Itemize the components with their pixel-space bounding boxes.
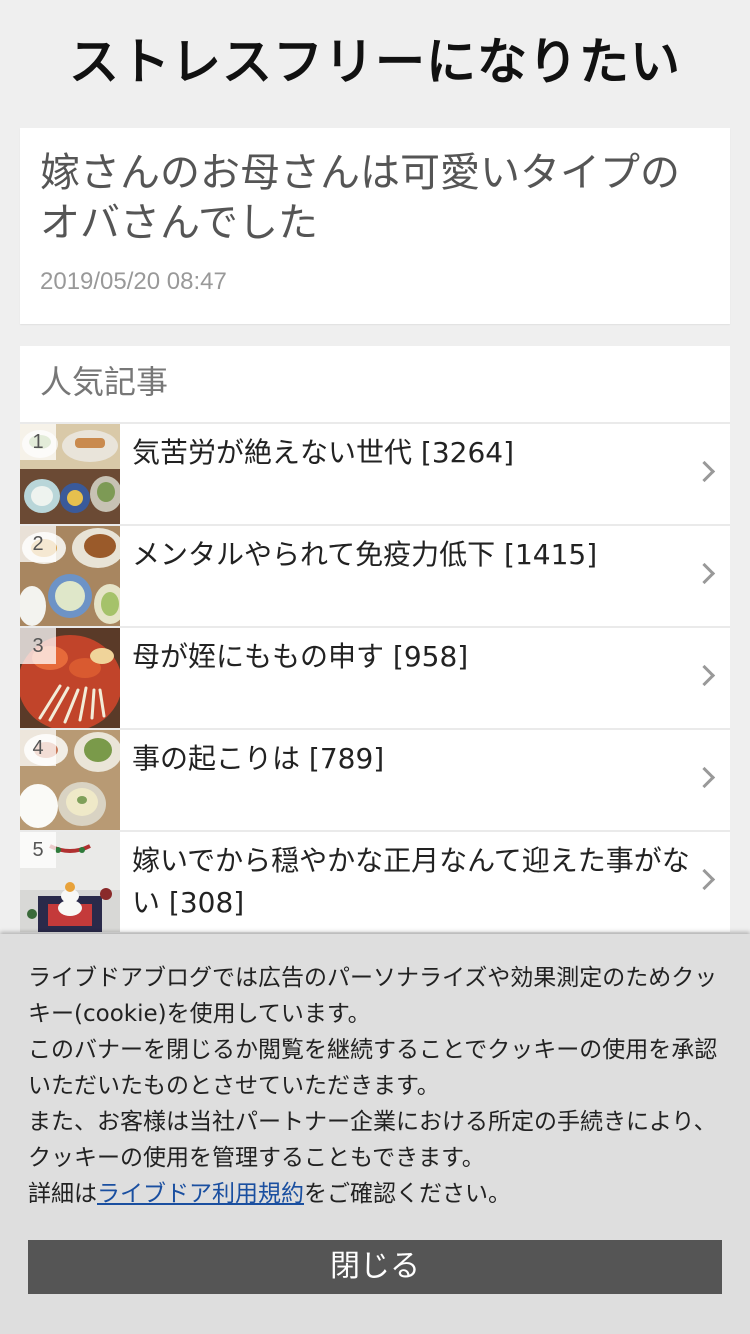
popular-item-label: 事の起こりは [789]: [132, 742, 385, 775]
food-thumbnail-image: 1: [20, 424, 120, 524]
blog-title[interactable]: ストレスフリーになりたい: [0, 22, 750, 94]
chevron-right-icon: [693, 664, 716, 687]
rank-badge: 2: [20, 526, 56, 562]
food-thumbnail-image: 2: [20, 526, 120, 626]
rank-badge: 4: [20, 730, 56, 766]
rank-badge: 3: [20, 628, 56, 664]
cookie-notice-line: このバナーを閉じるか閲覧を継続することでクッキーの使用を承認いただいたものとさせ…: [28, 1037, 718, 1099]
popular-item-2[interactable]: 2 メンタルやられて免疫力低下 [1415]: [20, 526, 730, 628]
article-title[interactable]: 嫁さんのお母さんは可愛いタイプのオバさんでした: [40, 148, 710, 248]
popular-item-1[interactable]: 1 気苦労が絶えない世代 [3264]: [20, 424, 730, 526]
cookie-notice-text: ライブドアブログでは広告のパーソナライズや効果測定のためクッキー(cookie)…: [28, 960, 722, 1212]
decoration-thumbnail-image: 5: [20, 832, 120, 932]
popular-item-3[interactable]: 3 母が姪にももの申す [958]: [20, 628, 730, 730]
chevron-right-icon: [693, 460, 716, 483]
chevron-right-icon: [693, 766, 716, 789]
food-thumbnail-image: 4: [20, 730, 120, 830]
close-button[interactable]: 閉じる: [28, 1240, 722, 1294]
popular-item-5[interactable]: 5 嫁いでから穏やかな正月なんて迎えた事がない [308]: [20, 832, 730, 934]
popular-item-label: 嫁いでから穏やかな正月なんて迎えた事がない [308]: [132, 844, 690, 919]
cookie-notice-line: また、お客様は当社パートナー企業における所定の手続きにより、クッキーの使用を管理…: [28, 1109, 717, 1171]
article-card: 嫁さんのお母さんは可愛いタイプのオバさんでした 2019/05/20 08:47: [20, 128, 730, 324]
cookie-details-line: 詳細はライブドア利用規約をご確認ください。: [28, 1176, 722, 1212]
chevron-right-icon: [693, 562, 716, 585]
popular-articles-card: 人気記事 1 気苦労が絶えない世代 [3264] 2 メンタルやられて免疫力低下…: [20, 346, 730, 966]
terms-of-use-link[interactable]: ライブドア利用規約: [97, 1181, 304, 1207]
popular-item-label: 気苦労が絶えない世代 [3264]: [132, 436, 515, 469]
article-date: 2019/05/20 08:47: [40, 268, 227, 295]
details-prefix: 詳細は: [28, 1181, 97, 1207]
details-suffix: をご確認ください。: [304, 1181, 511, 1207]
chevron-right-icon: [693, 868, 716, 891]
popular-articles-list: 1 気苦労が絶えない世代 [3264] 2 メンタルやられて免疫力低下 [141…: [20, 422, 730, 934]
rank-badge: 1: [20, 424, 56, 460]
popular-item-4[interactable]: 4 事の起こりは [789]: [20, 730, 730, 832]
popular-articles-heading: 人気記事: [40, 363, 169, 401]
popular-item-label: 母が姪にももの申す [958]: [132, 640, 469, 673]
cookie-notice-line: ライブドアブログでは広告のパーソナライズや効果測定のためクッキー(cookie)…: [28, 965, 718, 1027]
rank-badge: 5: [20, 832, 56, 868]
popular-item-label: メンタルやられて免疫力低下 [1415]: [132, 538, 598, 571]
cookie-consent-banner: ライブドアブログでは広告のパーソナライズや効果測定のためクッキー(cookie)…: [0, 934, 750, 1334]
food-thumbnail-image: 3: [20, 628, 120, 728]
